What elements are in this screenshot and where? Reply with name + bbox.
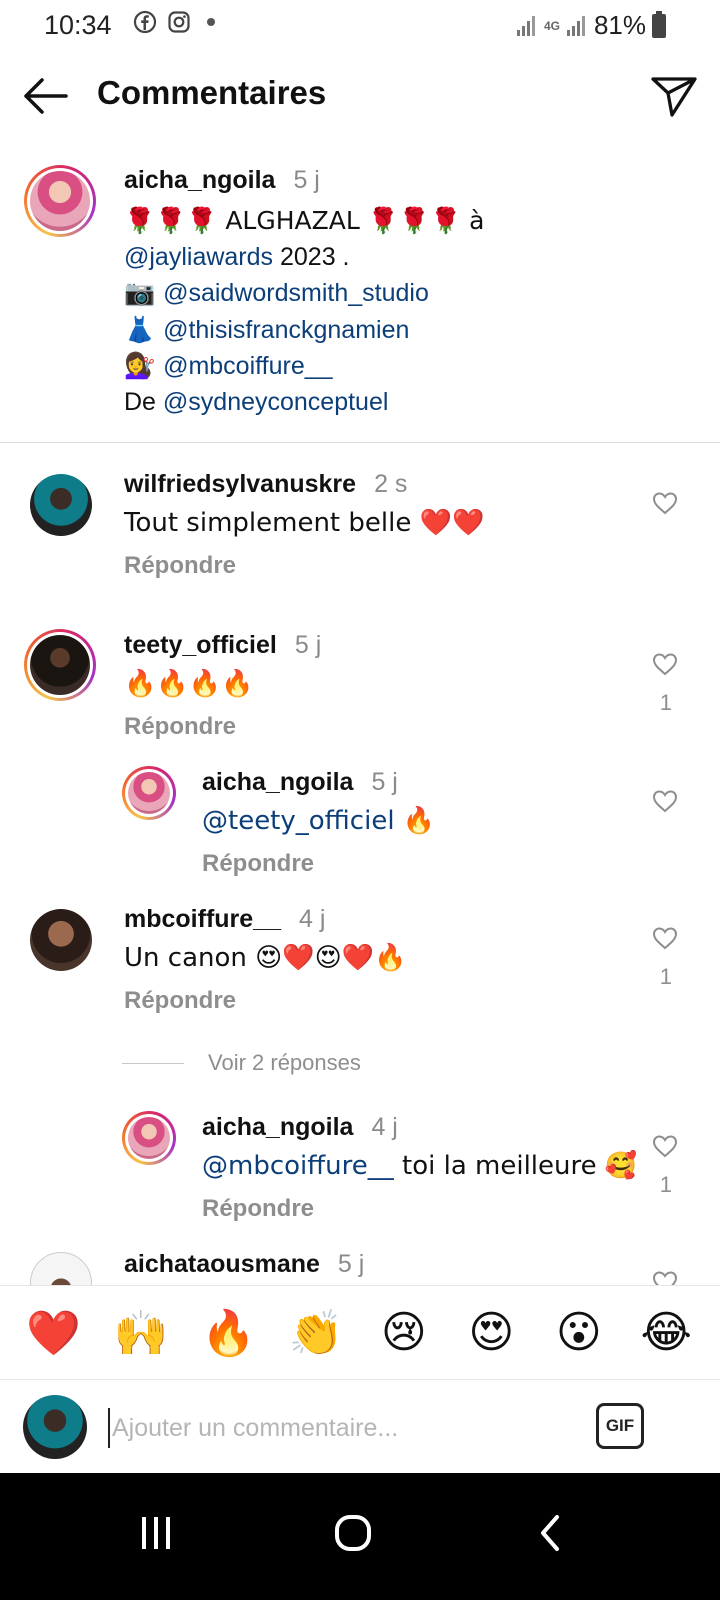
view-replies-button[interactable]: Voir 2 réponses (122, 1050, 361, 1076)
avatar[interactable] (24, 165, 96, 237)
clap-reaction-button[interactable]: 👏 (285, 1307, 347, 1359)
caption-line: 💇‍♀️ @mbcoiffure__ (124, 351, 333, 380)
comment-text: Un canon 😍❤️😍❤️🔥 (124, 943, 407, 973)
surprised-reaction-button[interactable]: 😮 (548, 1307, 610, 1358)
fire-reaction-button[interactable]: 🔥 (198, 1307, 260, 1359)
reply: aicha_ngoila 5 j @teety_officiel 🔥 Répond… (202, 768, 435, 878)
crying-reaction-button[interactable]: 😢 (373, 1307, 435, 1358)
comment: mbcoiffure__ 4 j Un canon 😍❤️😍❤️🔥 Répondr… (124, 905, 406, 1015)
comment-time: 5 j (371, 768, 398, 796)
gif-button[interactable]: GIF (596, 1403, 644, 1449)
view-replies-label: Voir 2 réponses (208, 1050, 361, 1075)
home-icon[interactable] (323, 1503, 383, 1563)
heart-eyes-reaction-button[interactable]: 😍 (460, 1307, 522, 1358)
heart-icon[interactable] (652, 1134, 678, 1158)
caption-line: @jayliawards 2023 . (124, 242, 350, 271)
avatar[interactable] (122, 1111, 176, 1165)
comment: aichataousmane 5 j (124, 1250, 364, 1279)
mention-link[interactable]: @teety_officiel (202, 806, 395, 836)
header: Commentaires (0, 60, 720, 132)
caption-time: 5 j (293, 166, 320, 194)
comment-username[interactable]: aicha_ngoila (202, 768, 353, 796)
current-user-avatar (23, 1395, 87, 1459)
comment-time: 4 j (371, 1113, 398, 1141)
battery-percentage: 81% (593, 10, 646, 40)
reply-button[interactable]: Répondre (124, 987, 406, 1015)
comment-username[interactable]: aichataousmane (124, 1250, 320, 1278)
comment-text: @teety_officiel 🔥 (202, 806, 436, 836)
caption-line: 📷 @saidwordsmith_studio (124, 278, 429, 307)
send-icon[interactable] (650, 73, 698, 119)
caption-username[interactable]: aicha_ngoila (124, 166, 275, 194)
comment-username[interactable]: wilfriedsylvanuskre (124, 470, 356, 498)
reply: aicha_ngoila 4 j @mbcoiffure__ toi la mei… (202, 1113, 637, 1223)
like-count: 1 (659, 964, 672, 989)
mention-link[interactable]: @jayliawards (124, 243, 273, 271)
mention-link[interactable]: @saidwordsmith_studio (163, 279, 429, 307)
caption-line: 🌹🌹🌹 ALGHAZAL 🌹🌹🌹 à (124, 206, 485, 235)
battery-icon (652, 10, 666, 38)
reply-button[interactable]: Répondre (124, 713, 321, 741)
status-app-icons (133, 10, 215, 34)
view-replies-line (122, 1062, 184, 1064)
like-count: 1 (659, 1172, 672, 1197)
mention-link[interactable]: @mbcoiffure__ (202, 1151, 394, 1181)
comment-time: 2 s (374, 470, 408, 498)
comment: teety_officiel 5 j 🔥🔥🔥🔥 Répondre (124, 631, 321, 741)
caption-line: De @sydneyconceptuel (124, 387, 389, 416)
comment-username[interactable]: teety_officiel (124, 631, 277, 659)
status-time: 10:34 (44, 10, 112, 40)
comment-text: @mbcoiffure__ toi la meilleure 🥰 (202, 1151, 638, 1181)
notification-dot-icon (207, 18, 215, 26)
comment-time: 5 j (337, 1250, 365, 1278)
laughing-reaction-button[interactable]: 😂 (635, 1307, 697, 1358)
avatar[interactable] (30, 474, 92, 536)
comment-username[interactable]: mbcoiffure__ (124, 905, 281, 933)
comment-time: 5 j (294, 631, 322, 659)
facebook-icon (133, 10, 157, 34)
status-bar: 10:34 4G 81% (0, 0, 720, 50)
back-icon[interactable] (521, 1503, 581, 1563)
recent-apps-icon[interactable] (126, 1503, 186, 1563)
signal-icon-2 (566, 15, 585, 36)
heart-icon[interactable] (652, 926, 678, 950)
avatar[interactable] (122, 766, 176, 820)
network-type: 4G (543, 18, 560, 33)
reaction-bar: ❤️ 🙌 🔥 👏 😢 😍 😮 😂 (0, 1285, 720, 1380)
comment-input[interactable] (108, 1408, 568, 1448)
reply-button[interactable]: Répondre (202, 1195, 637, 1223)
heart-reaction-button[interactable]: ❤️ (23, 1307, 85, 1359)
signal-icon (516, 15, 535, 36)
mention-link[interactable]: @mbcoiffure__ (163, 352, 332, 380)
reply-button[interactable]: Répondre (202, 850, 435, 878)
caption-text: 🌹🌹🌹 ALGHAZAL 🌹🌹🌹 à @jayliawards 2023 . 📷… (124, 203, 684, 420)
comment-composer: GIF (0, 1381, 720, 1473)
arrow-left-icon[interactable] (22, 76, 70, 116)
caption-line: 👗 @thisisfranckgnamien (124, 314, 410, 344)
post-caption: aicha_ngoila 5 j 🌹🌹🌹 ALGHAZAL 🌹🌹🌹 à @jayl… (124, 166, 684, 420)
system-nav-bar (0, 1473, 720, 1600)
heart-icon[interactable] (652, 652, 678, 676)
like-count: 1 (659, 690, 672, 715)
reply-button[interactable]: Répondre (124, 552, 484, 580)
heart-icon[interactable] (652, 789, 678, 813)
status-right: 4G 81% (516, 10, 666, 41)
divider (0, 442, 720, 443)
heart-icon[interactable] (652, 491, 678, 515)
mention-link[interactable]: @sydneyconceptuel (163, 388, 389, 416)
raised-hands-reaction-button[interactable]: 🙌 (110, 1307, 172, 1359)
comment: wilfriedsylvanuskre 2 s Tout simplement b… (124, 470, 484, 580)
comment-text: Tout simplement belle ❤️❤️ (124, 508, 485, 538)
page-title: Commentaires (97, 74, 327, 111)
instagram-icon (168, 11, 190, 33)
avatar[interactable] (30, 909, 92, 971)
comment-text: 🔥🔥🔥🔥 (124, 669, 254, 699)
comment-time: 4 j (298, 905, 326, 933)
mention-link[interactable]: @thisisfranckgnamien (163, 316, 409, 344)
avatar[interactable] (24, 629, 96, 701)
comment-username[interactable]: aicha_ngoila (202, 1113, 353, 1141)
